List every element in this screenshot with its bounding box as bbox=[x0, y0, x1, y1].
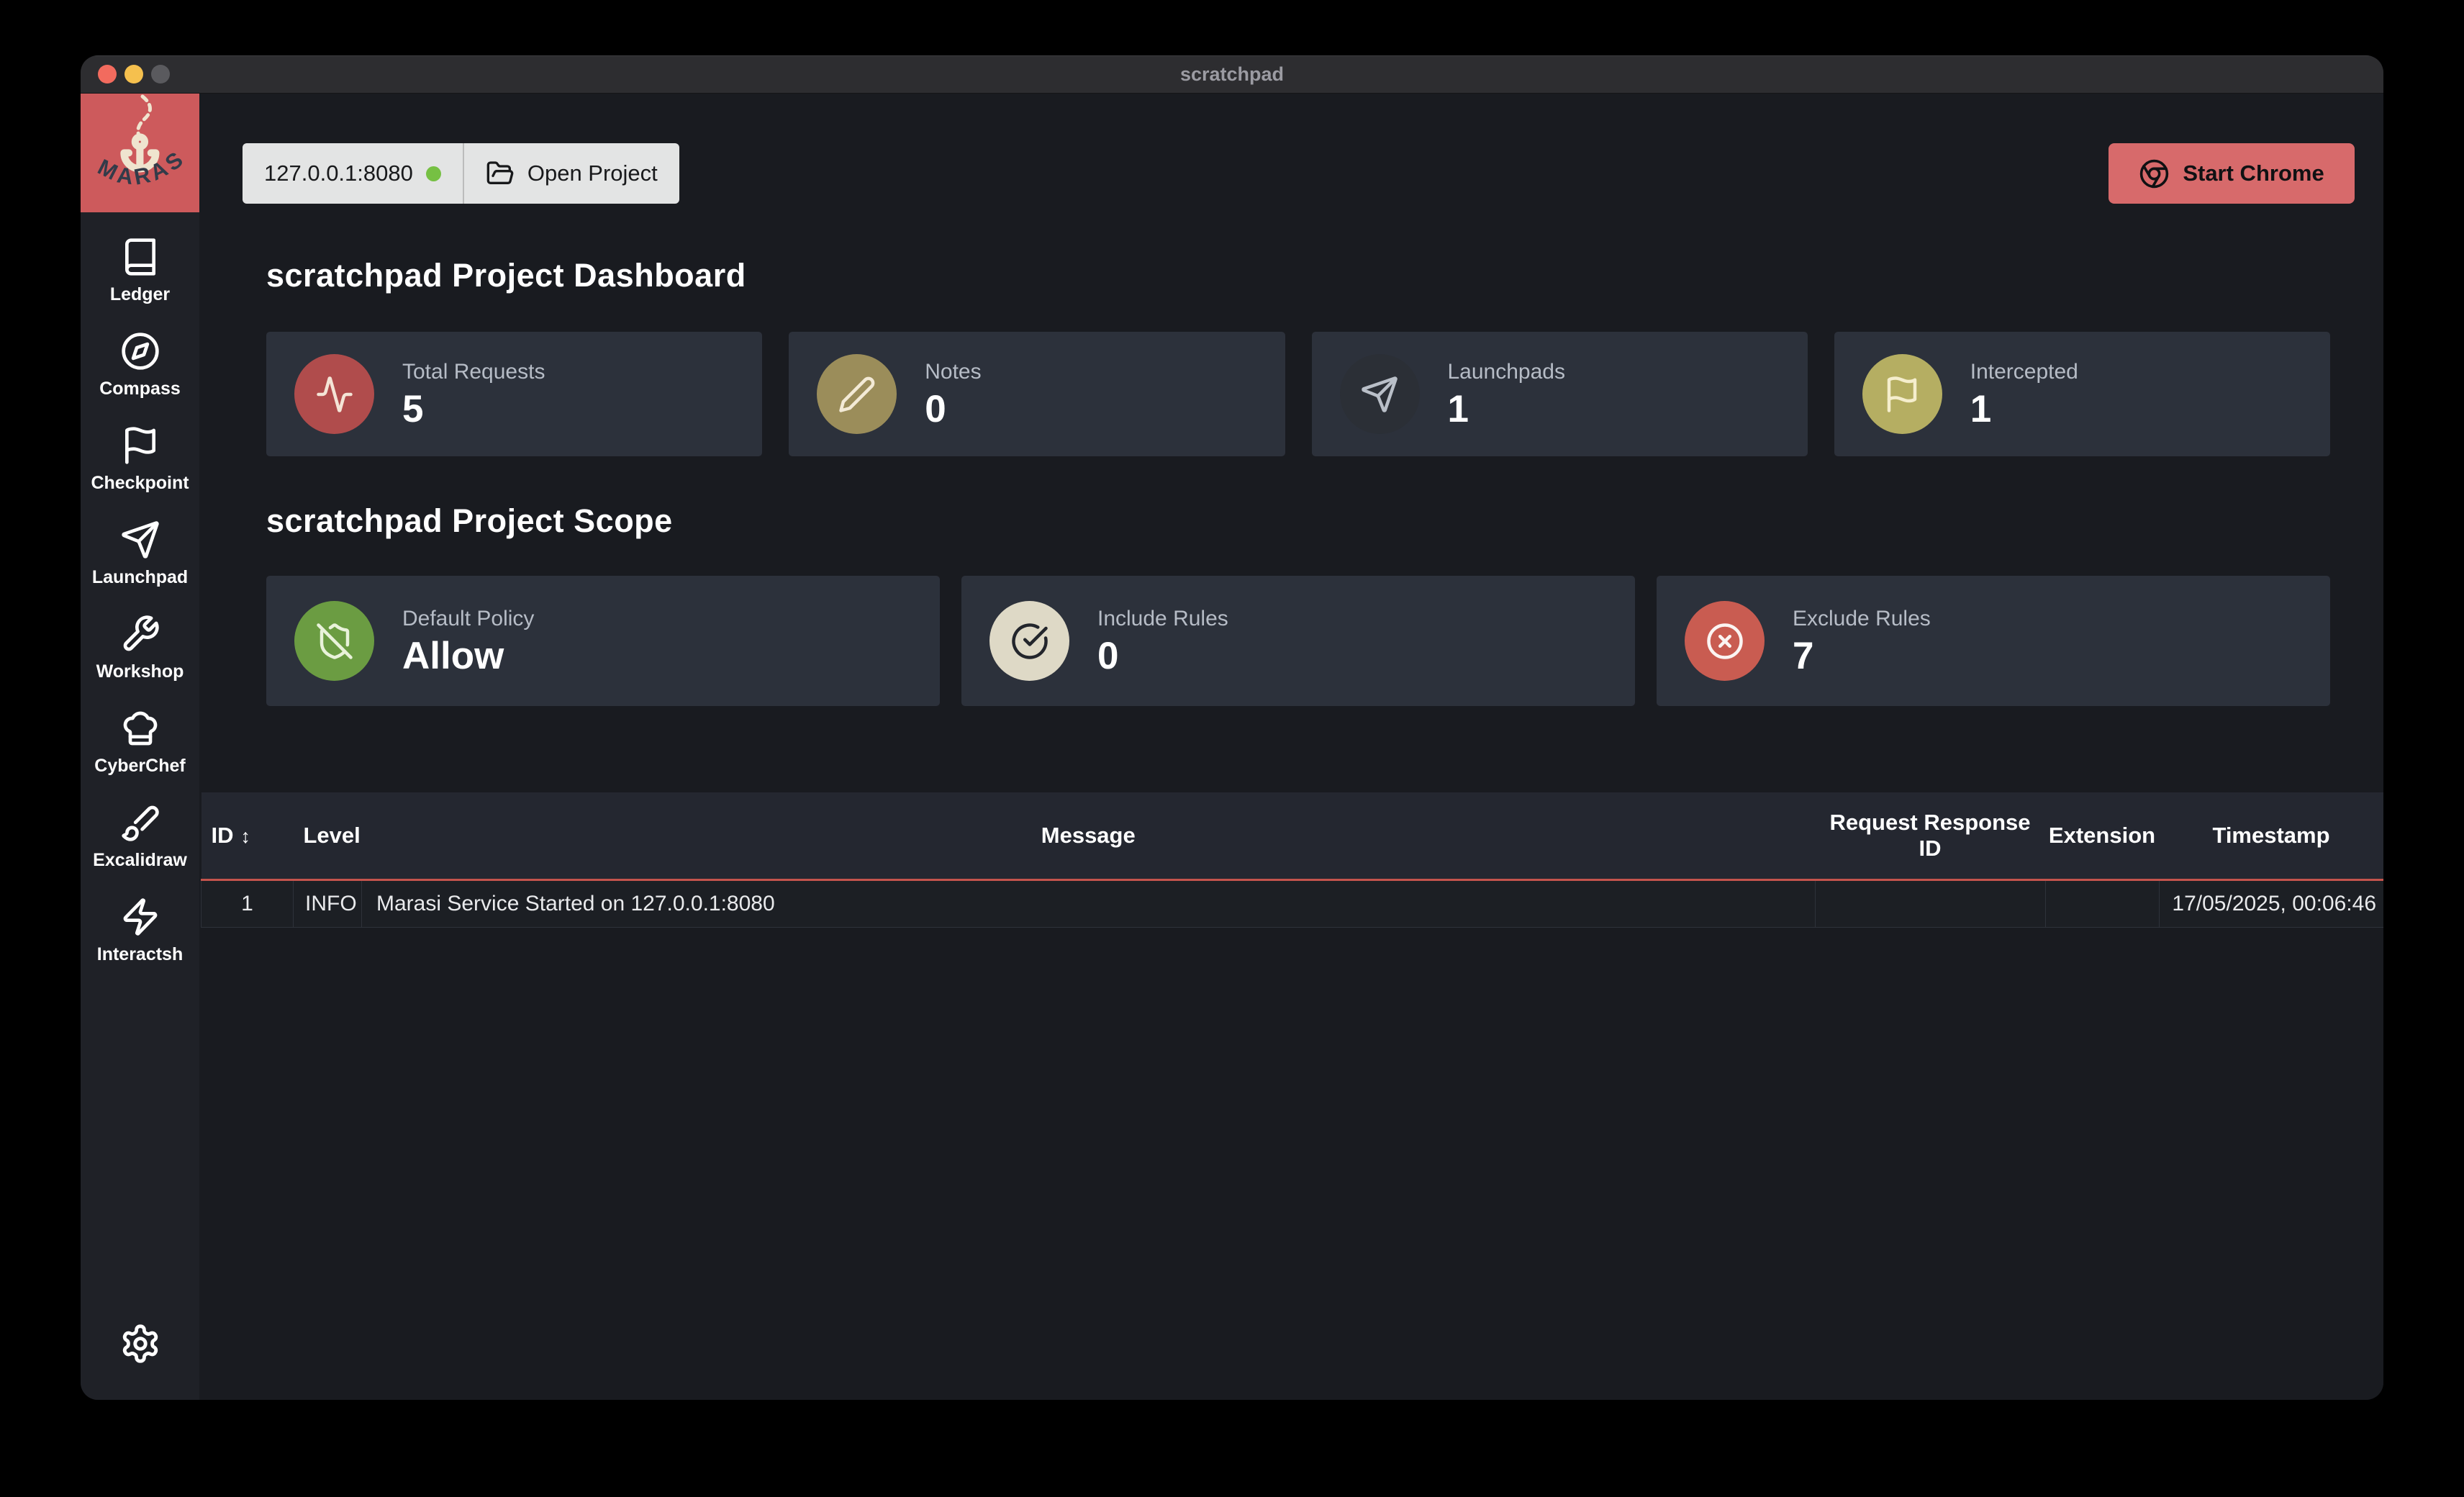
stat-card-intercepted: Intercepted 1 bbox=[1834, 332, 2330, 456]
scope-card-default-policy: Default Policy Allow bbox=[266, 576, 940, 706]
stat-label: Launchpads bbox=[1448, 360, 1565, 384]
wrench-icon bbox=[120, 614, 160, 654]
main-content: 127.0.0.1:8080 Open Project Start Chrome… bbox=[199, 94, 2383, 1400]
stat-card-notes: Notes 0 bbox=[789, 332, 1285, 456]
send-icon bbox=[1360, 375, 1399, 414]
sidebar-item-label: Workshop bbox=[96, 661, 184, 682]
activity-icon bbox=[315, 375, 354, 414]
scope-value: 0 bbox=[1097, 637, 1228, 675]
sidebar-item-label: Launchpad bbox=[92, 567, 188, 588]
proxy-status-dot bbox=[426, 166, 441, 181]
settings-button[interactable] bbox=[119, 1323, 161, 1368]
column-header-timestamp: Timestamp bbox=[2159, 792, 2383, 880]
minimize-window-button[interactable] bbox=[124, 65, 143, 83]
start-chrome-label: Start Chrome bbox=[2183, 160, 2324, 186]
sidebar-item-launchpad[interactable]: Launchpad bbox=[81, 520, 199, 588]
gear-icon bbox=[119, 1323, 161, 1365]
flag-icon bbox=[120, 425, 160, 466]
sidebar-item-compass[interactable]: Compass bbox=[81, 331, 199, 399]
check-circle-icon bbox=[1010, 622, 1049, 661]
column-header-level: Level bbox=[294, 792, 362, 880]
sidebar-item-label: CyberChef bbox=[94, 756, 185, 777]
send-icon bbox=[120, 520, 160, 560]
traffic-lights bbox=[98, 65, 170, 83]
log-table: ID↕ Level Message Request Response ID Ex… bbox=[201, 792, 2383, 928]
cell-message: Marasi Service Started on 127.0.0.1:8080 bbox=[362, 880, 1816, 928]
cell-request-response-id bbox=[1815, 880, 2045, 928]
zoom-window-button[interactable] bbox=[151, 65, 170, 83]
proxy-address: 127.0.0.1:8080 bbox=[264, 160, 413, 186]
compass-icon bbox=[120, 331, 160, 371]
sidebar-item-workshop[interactable]: Workshop bbox=[81, 614, 199, 682]
sidebar-item-cyberchef[interactable]: CyberChef bbox=[81, 708, 199, 777]
flag-icon bbox=[1883, 375, 1921, 414]
cell-extension bbox=[2045, 880, 2159, 928]
open-project-button[interactable]: Open Project bbox=[464, 143, 679, 204]
chrome-icon bbox=[2139, 158, 2170, 189]
scope-card-exclude-rules: Exclude Rules 7 bbox=[1657, 576, 2330, 706]
sidebar-item-interactsh[interactable]: Interactsh bbox=[81, 897, 199, 965]
sidebar: MARASI Ledger Compass Checkpoint bbox=[81, 94, 199, 1400]
scope-label: Default Policy bbox=[402, 607, 534, 631]
brush-icon bbox=[120, 802, 160, 843]
scope-title: scratchpad Project Scope bbox=[266, 502, 2383, 540]
dashboard-title: scratchpad Project Dashboard bbox=[266, 257, 2383, 294]
stat-value: 1 bbox=[1970, 390, 2078, 428]
sidebar-item-label: Excalidraw bbox=[93, 850, 187, 871]
stat-value: 5 bbox=[402, 390, 545, 428]
proxy-address-button[interactable]: 127.0.0.1:8080 bbox=[243, 143, 463, 204]
book-icon bbox=[120, 237, 160, 277]
x-circle-icon bbox=[1706, 622, 1744, 661]
stat-label: Intercepted bbox=[1970, 360, 2078, 384]
scope-label: Include Rules bbox=[1097, 607, 1228, 631]
title-bar: scratchpad bbox=[81, 55, 2383, 94]
scope-cards: Default Policy Allow Include Rules 0 bbox=[266, 576, 2330, 706]
app-window: scratchpad MARASI bbox=[81, 55, 2383, 1400]
cell-id: 1 bbox=[201, 880, 294, 928]
stat-value: 1 bbox=[1448, 390, 1565, 428]
stat-label: Notes bbox=[925, 360, 981, 384]
folder-open-icon bbox=[486, 159, 515, 188]
sidebar-item-label: Ledger bbox=[110, 284, 170, 305]
sidebar-item-checkpoint[interactable]: Checkpoint bbox=[81, 425, 199, 494]
top-toolbar: 127.0.0.1:8080 Open Project Start Chrome bbox=[243, 143, 2355, 204]
column-header-extension: Extension bbox=[2045, 792, 2159, 880]
window-title: scratchpad bbox=[81, 55, 2383, 93]
column-header-request-response-id: Request Response ID bbox=[1815, 792, 2045, 880]
open-project-label: Open Project bbox=[527, 160, 658, 186]
pencil-icon bbox=[838, 375, 877, 414]
log-table-header-row: ID↕ Level Message Request Response ID Ex… bbox=[201, 792, 2384, 880]
sidebar-item-label: Compass bbox=[99, 379, 181, 399]
proxy-segmented-control: 127.0.0.1:8080 Open Project bbox=[243, 143, 679, 204]
scope-card-include-rules: Include Rules 0 bbox=[961, 576, 1635, 706]
sidebar-item-label: Checkpoint bbox=[91, 473, 189, 494]
stat-value: 0 bbox=[925, 390, 981, 428]
chef-hat-icon bbox=[120, 708, 160, 748]
column-header-message: Message bbox=[362, 792, 1816, 880]
sidebar-item-excalidraw[interactable]: Excalidraw bbox=[81, 802, 199, 871]
stat-card-total-requests: Total Requests 5 bbox=[266, 332, 762, 456]
start-chrome-button[interactable]: Start Chrome bbox=[2109, 143, 2355, 204]
sidebar-item-ledger[interactable]: Ledger bbox=[81, 237, 199, 305]
shield-off-icon bbox=[315, 622, 354, 661]
log-table-row[interactable]: 1 INFO Marasi Service Started on 127.0.0… bbox=[201, 880, 2384, 928]
sidebar-item-label: Interactsh bbox=[97, 944, 183, 965]
cell-level: INFO bbox=[294, 880, 362, 928]
cell-timestamp: 17/05/2025, 00:06:46 bbox=[2159, 880, 2383, 928]
sidebar-nav: Ledger Compass Checkpoint Launchpad Work… bbox=[81, 237, 199, 991]
scope-value: 7 bbox=[1793, 637, 1931, 675]
stat-card-launchpads: Launchpads 1 bbox=[1312, 332, 1808, 456]
dashboard-stat-cards: Total Requests 5 Notes 0 bbox=[266, 332, 2330, 456]
stat-label: Total Requests bbox=[402, 360, 545, 384]
scope-label: Exclude Rules bbox=[1793, 607, 1931, 631]
zap-icon bbox=[120, 897, 160, 937]
close-window-button[interactable] bbox=[98, 65, 117, 83]
column-header-id[interactable]: ID↕ bbox=[201, 792, 294, 880]
scope-value: Allow bbox=[402, 637, 534, 675]
up-down-arrows-icon: ↕ bbox=[241, 826, 251, 847]
marasi-logo: MARASI bbox=[81, 94, 199, 212]
